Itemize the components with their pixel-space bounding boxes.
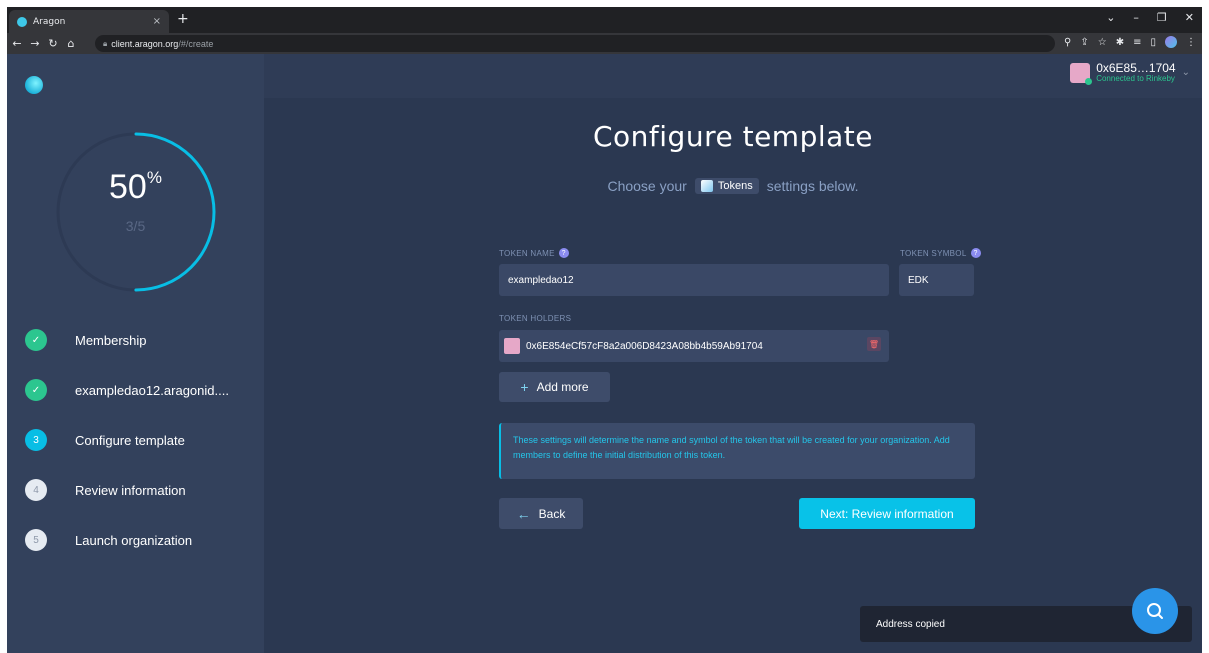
tab-strip: Aragon × + ⌄ – ❐ ✕ [7, 7, 1202, 33]
help-icon[interactable]: ? [558, 248, 569, 258]
add-more-button[interactable]: + Add more [499, 372, 610, 402]
step-claim-domain: ✓ exampledao12.aragonid.... [25, 377, 229, 403]
step-label: Configure template [75, 432, 185, 448]
step-configure-template: 3 Configure template [25, 427, 229, 453]
address-bar[interactable]: 🔒︎ client.aragon.org /#/create [95, 35, 1055, 52]
minimize-button[interactable]: – [1133, 11, 1139, 24]
new-tab-button[interactable]: + [177, 12, 189, 26]
progress-ring [56, 132, 216, 292]
browser-tab[interactable]: Aragon × [9, 10, 169, 33]
token-symbol-input[interactable]: EDK [899, 264, 974, 296]
account-identicon [1070, 62, 1093, 85]
next-review-information-button[interactable]: Next: Review information [799, 498, 975, 529]
zoom-icon[interactable]: ⚲ [1064, 37, 1071, 48]
token-symbol-label: TOKEN SYMBOL? [900, 248, 981, 258]
back-label: Back [538, 506, 566, 521]
token-name-label-text: TOKEN NAME [499, 248, 555, 258]
progress-fraction: 3/5 [125, 218, 146, 234]
add-more-label: Add more [536, 380, 589, 394]
percent-symbol: % [146, 168, 162, 187]
account-info: 0x6E85…1704 Connected to Rinkeby [1096, 62, 1175, 83]
extensions-puzzle-icon[interactable]: ✱ [1116, 37, 1124, 48]
side-panel-icon[interactable]: ▯ [1150, 37, 1156, 48]
back-arrow-icon[interactable]: ← [9, 37, 25, 50]
step-launch-organization: 5 Launch organization [25, 527, 229, 553]
step-label: exampledao12.aragonid.... [75, 382, 229, 398]
step-check-icon: ✓ [25, 329, 47, 351]
step-check-icon: ✓ [25, 379, 47, 401]
bookmark-star-icon[interactable]: ☆ [1098, 37, 1107, 48]
browser-toolbar: ← → ↻ ⌂ 🔒︎ client.aragon.org /#/create ⚲… [7, 33, 1202, 54]
step-number-badge: 5 [25, 529, 47, 551]
extension-icons: ⚲ ⇪ ☆ ✱ ≡ ▯ ⋮ [1064, 36, 1196, 48]
top-bar: 0x6E85…1704 Connected to Rinkeby ⌄ [264, 54, 1202, 98]
aragon-logo-icon[interactable] [25, 76, 43, 94]
tokens-badge-label: Tokens [717, 180, 753, 192]
subtitle-suffix: settings below. [766, 178, 859, 194]
token-holder-input[interactable]: 0x6E854eCf57cF8a2a006D8423A08bb4b59Ab917… [499, 330, 889, 362]
step-number-badge: 4 [25, 479, 47, 501]
help-icon[interactable]: ? [970, 248, 981, 258]
url-path: /#/create [178, 38, 214, 49]
step-label: Launch organization [75, 532, 193, 548]
browser-window: Aragon × + ⌄ – ❐ ✕ ← → ↻ ⌂ 🔒︎ client.ara… [7, 7, 1202, 653]
url-host: client.aragon.org [111, 38, 179, 49]
profile-avatar[interactable] [1165, 36, 1177, 48]
subtitle-prefix: Choose your [607, 178, 687, 194]
search-icon [1147, 603, 1163, 619]
step-number-badge: 3 [25, 429, 47, 451]
token-symbol-label-text: TOKEN SYMBOL [900, 248, 967, 258]
back-button[interactable]: ← Back [499, 498, 583, 529]
restore-button[interactable]: ❐ [1157, 11, 1167, 24]
step-label: Membership [75, 332, 147, 348]
trash-icon[interactable]: 🗑︎ [867, 337, 881, 351]
progress-percent: 50% [7, 168, 264, 207]
plus-icon: + [520, 379, 529, 395]
chevron-down-icon: ⌄ [1181, 67, 1190, 78]
step-label: Review information [75, 482, 186, 498]
menu-kebab-icon[interactable]: ⋮ [1186, 37, 1196, 48]
share-icon[interactable]: ⇪ [1080, 37, 1088, 48]
aragon-favicon-icon [17, 16, 27, 27]
token-holder-address: 0x6E854eCf57cF8a2a006D8423A08bb4b59Ab917… [526, 340, 763, 352]
lock-icon: 🔒︎ [103, 38, 108, 48]
aragon-app: 50% 3/5 ✓ Membership ✓ exampledao12.arag… [7, 54, 1202, 653]
page-subtitle: Choose your Tokens settings below. [264, 178, 1202, 194]
forward-arrow-icon[interactable]: → [27, 37, 43, 50]
tokens-badge: Tokens [694, 178, 759, 194]
step-review-information: 4 Review information [25, 477, 229, 503]
window-controls: ⌄ – ❐ ✕ [1106, 11, 1194, 24]
step-membership: ✓ Membership [25, 327, 229, 353]
token-name-input[interactable]: exampledao12 [499, 264, 889, 296]
reading-list-icon[interactable]: ≡ [1133, 37, 1141, 48]
tab-title: Aragon [33, 16, 66, 27]
tab-search-icon[interactable]: ⌄ [1106, 11, 1115, 24]
token-holders-label: TOKEN HOLDERS [499, 314, 572, 323]
account-button[interactable]: 0x6E85…1704 Connected to Rinkeby ⌄ [1070, 62, 1190, 85]
sidebar: 50% 3/5 ✓ Membership ✓ exampledao12.arag… [7, 54, 264, 653]
info-box: These settings will determine the name a… [499, 423, 975, 479]
close-window-button[interactable]: ✕ [1185, 11, 1194, 24]
arrow-left-icon: ← [516, 505, 531, 522]
help-search-button[interactable] [1132, 588, 1178, 634]
network-status: Connected to Rinkeby [1096, 74, 1175, 83]
token-cube-icon [700, 180, 713, 192]
home-icon[interactable]: ⌂ [63, 37, 79, 50]
page-title: Configure template [592, 120, 873, 153]
account-address: 0x6E85…1704 [1096, 61, 1176, 75]
progress-percent-value: 50 [109, 168, 147, 206]
reload-icon[interactable]: ↻ [45, 37, 61, 50]
token-name-label: TOKEN NAME? [499, 248, 569, 258]
tab-close-icon[interactable]: × [153, 16, 161, 27]
step-list: ✓ Membership ✓ exampledao12.aragonid....… [25, 327, 229, 577]
holder-identicon [504, 338, 520, 354]
